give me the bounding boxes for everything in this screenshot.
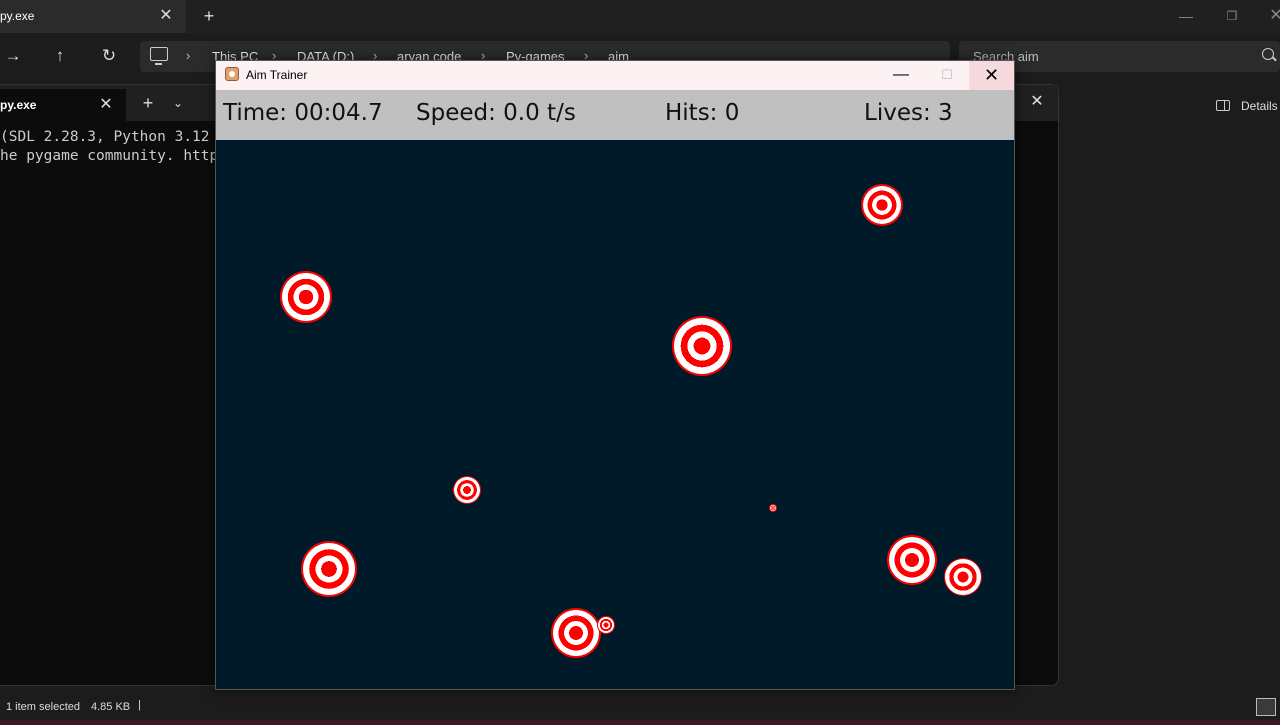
status-divider: |: [138, 699, 141, 711]
close-icon[interactable]: ✕: [1262, 4, 1280, 28]
lives-display: Lives: 3: [864, 100, 953, 126]
taskbar-edge: [0, 720, 1280, 725]
game-canvas[interactable]: [216, 140, 1014, 689]
target[interactable]: [863, 186, 901, 224]
aim-trainer-titlebar[interactable]: Aim Trainer — ☐ ✕: [216, 61, 1014, 90]
aim-trainer-window: Aim Trainer — ☐ ✕ Time: 00:04.7 Speed: 0…: [215, 60, 1015, 690]
forward-arrow-icon[interactable]: →: [0, 43, 26, 69]
time-display: Time: 00:04.7: [223, 100, 383, 126]
computer-icon: [150, 47, 168, 65]
maximize-icon[interactable]: ☐: [932, 61, 962, 90]
speed-display: Speed: 0.0 t/s: [416, 100, 576, 126]
details-label: Details: [1241, 99, 1278, 113]
minimize-icon[interactable]: —: [1172, 4, 1200, 28]
new-tab-button[interactable]: +: [199, 4, 219, 28]
chevron-down-icon[interactable]: ⌄: [168, 93, 188, 113]
minimize-icon[interactable]: —: [886, 61, 916, 90]
chevron-right-icon: ›: [186, 48, 191, 63]
window-title: Aim Trainer: [246, 68, 308, 82]
target[interactable]: [282, 273, 330, 321]
target[interactable]: [770, 505, 776, 511]
target[interactable]: [598, 617, 614, 633]
new-tab-button[interactable]: +: [138, 93, 158, 113]
refresh-icon[interactable]: ↻: [96, 43, 122, 69]
target[interactable]: [889, 537, 935, 583]
explorer-tab-title: py.exe: [0, 9, 35, 23]
explorer-tab[interactable]: py.exe ✕: [0, 0, 186, 33]
target[interactable]: [454, 477, 480, 503]
restore-icon[interactable]: ❐: [1218, 4, 1246, 28]
explorer-titlebar: py.exe ✕ + — ❐ ✕: [0, 0, 1280, 33]
details-pane-icon: [1216, 100, 1230, 111]
target[interactable]: [945, 559, 981, 595]
selection-count: 1 item selected: [6, 701, 80, 713]
close-icon[interactable]: ✕: [969, 61, 1014, 90]
close-icon[interactable]: ✕: [156, 4, 176, 28]
close-icon[interactable]: ✕: [96, 93, 116, 117]
target[interactable]: [674, 318, 730, 374]
up-arrow-icon[interactable]: ↑: [47, 43, 73, 69]
terminal-output-line: he pygame community. http: [0, 148, 219, 164]
details-view-icon[interactable]: [1256, 698, 1276, 716]
terminal-tab[interactable]: py.exe ✕: [0, 89, 126, 121]
selection-size: 4.85 KB: [91, 701, 131, 713]
terminal-output-line: (SDL 2.28.3, Python 3.12: [0, 129, 210, 145]
target[interactable]: [303, 543, 355, 595]
close-icon[interactable]: ✕: [1026, 91, 1048, 113]
game-hud: Time: 00:04.7 Speed: 0.0 t/s Hits: 0 Liv…: [216, 90, 1014, 140]
search-icon[interactable]: [1262, 48, 1274, 60]
terminal-tab-title: py.exe: [0, 98, 37, 112]
hits-display: Hits: 0: [665, 100, 740, 126]
pygame-icon: [225, 67, 239, 81]
target[interactable]: [553, 610, 599, 656]
